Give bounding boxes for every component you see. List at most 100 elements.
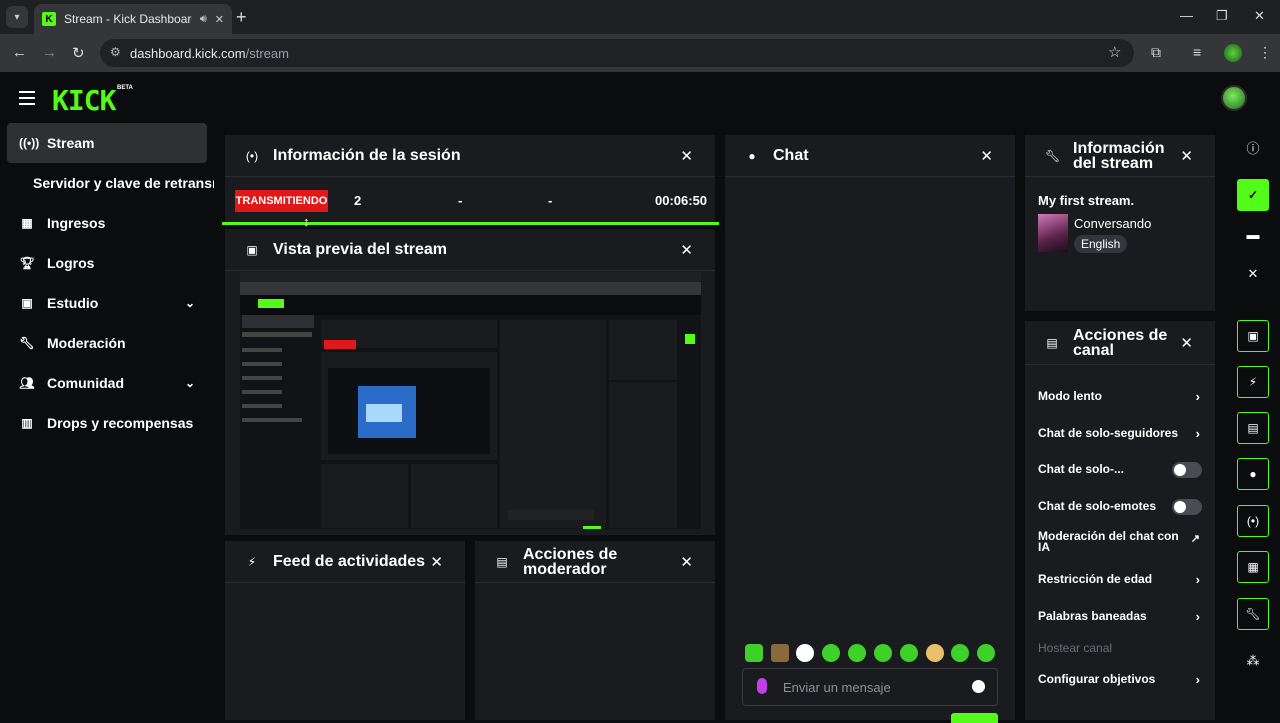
microphone-icon[interactable] [757, 678, 767, 694]
layout-icon[interactable]: ▬ [1237, 218, 1269, 250]
url-bar[interactable]: dashboard.kick.com/stream [100, 39, 1134, 67]
extensions-icon[interactable]: ⧉ [1151, 44, 1161, 61]
more-apps-icon[interactable]: ⁂ [1237, 645, 1269, 677]
sidebar-item-estudio[interactable]: ▣ Estudio ⌄ [7, 283, 207, 323]
chat-bubble-icon: ● [748, 148, 756, 163]
panel-header: ▣ Vista previa del stream ✕ [225, 229, 715, 271]
close-icon[interactable]: ✕ [430, 553, 443, 571]
emote-icon[interactable] [745, 644, 763, 662]
action-slow-mode[interactable]: Modo lento › [1038, 389, 1202, 404]
sidebar-item-label: Ingresos [47, 215, 106, 231]
emote-icon[interactable] [822, 644, 840, 662]
gift-icon: ▥ [21, 416, 33, 430]
close-icon[interactable]: ✕ [680, 147, 693, 165]
capture-icon[interactable]: ▣ [1237, 320, 1269, 352]
action-banned-words[interactable]: Palabras baneadas › [1038, 608, 1202, 624]
action-label: Chat de solo-seguidores [1038, 426, 1179, 440]
sidebar-item-ingresos[interactable]: ▦ Ingresos [7, 203, 207, 243]
send-button[interactable] [951, 713, 998, 723]
sidebar-item-stream[interactable]: ((•)) Stream [7, 123, 207, 163]
wrench-icon[interactable]: 🔧︎ [1237, 598, 1269, 630]
kick-logo[interactable]: KICK [52, 84, 116, 117]
window-close-icon[interactable]: ✕ [1254, 8, 1265, 24]
user-avatar[interactable] [1221, 85, 1247, 111]
panel-header: ▤ Acciones de canal ✕ [1025, 321, 1215, 365]
tab-search-icon[interactable]: ▾ [6, 6, 28, 28]
users-icon: 👥︎ [19, 376, 35, 390]
new-tab-icon[interactable]: + [236, 7, 247, 28]
chevron-down-icon[interactable]: ⌄ [185, 376, 195, 390]
close-icon[interactable]: ✕ [1180, 147, 1193, 165]
emotes-only-toggle[interactable] [1172, 499, 1202, 515]
action-label: Restricción de edad [1038, 572, 1153, 586]
panel-title: Acciones de moderador [523, 545, 618, 578]
close-icon[interactable]: ✕ [980, 147, 993, 165]
close-layout-icon[interactable]: ✕ [1237, 258, 1269, 290]
trophy-icon: 🏆︎ [19, 256, 35, 270]
tab-close-icon[interactable]: ✕ [215, 13, 224, 26]
action-label: Modo lento [1038, 389, 1102, 403]
close-icon[interactable]: ✕ [1180, 334, 1193, 352]
action-set-goals[interactable]: Configurar objetivos › [1038, 672, 1202, 687]
url-path: /stream [245, 45, 289, 61]
subscribers-only-toggle[interactable] [1172, 462, 1202, 478]
panel-header: ▤ Acciones de moderador ✕ [475, 541, 715, 583]
live-status-badge: TRANSMITIENDO [235, 190, 328, 212]
emote-icon[interactable] [951, 644, 969, 662]
site-info-icon[interactable]: ⚙ [110, 45, 121, 59]
back-icon[interactable]: ← [12, 44, 27, 61]
emoji-icon[interactable] [972, 680, 985, 693]
emote-icon[interactable] [926, 644, 944, 662]
broadcast-icon: ((•)) [19, 136, 40, 150]
minimize-icon[interactable]: — [1180, 8, 1193, 23]
browser-tab[interactable]: K Stream - Kick Dashboard 🔊︎ ✕ [34, 4, 232, 34]
preview-icon[interactable]: ▦ [1237, 551, 1269, 583]
broadcast-icon[interactable]: (•) [1237, 505, 1269, 537]
studio-icon: ▣ [21, 296, 33, 310]
sidebar-item-logros[interactable]: 🏆︎ Logros [7, 243, 207, 283]
emote-icon[interactable] [900, 644, 918, 662]
hamburger-menu-icon[interactable] [19, 91, 35, 105]
reload-icon[interactable]: ↻ [72, 44, 85, 62]
action-subscribers-only: Chat de solo-... [1038, 462, 1202, 478]
action-age-restriction[interactable]: Restricción de edad › [1038, 572, 1202, 587]
tab-title: Stream - Kick Dashboard [64, 12, 192, 26]
close-icon[interactable]: ✕ [680, 241, 693, 259]
close-icon[interactable]: ✕ [680, 553, 693, 571]
bookmark-star-icon[interactable]: ☆ [1108, 43, 1121, 61]
sidebar-item-label: Moderación [47, 335, 126, 351]
sidebar-subitem-stream-key[interactable]: Servidor y clave de retransmisión [33, 175, 214, 191]
emote-icon[interactable] [977, 644, 995, 662]
emote-icon[interactable] [771, 644, 789, 662]
info-icon[interactable]: ⓘ [1237, 131, 1269, 163]
document-icon[interactable]: ▤ [1237, 412, 1269, 444]
url-host: dashboard.kick.com [130, 45, 246, 61]
chat-bubble-icon[interactable]: ● [1237, 458, 1269, 490]
emote-icon[interactable] [848, 644, 866, 662]
browser-profile-avatar[interactable] [1224, 44, 1242, 62]
sidebar-item-moderacion[interactable]: 🔧︎ Moderación [7, 323, 207, 363]
panel-title: Acciones de canal [1073, 326, 1168, 359]
emote-icon[interactable] [796, 644, 814, 662]
wrench-icon: 🔧︎ [1045, 148, 1061, 163]
speaker-icon[interactable]: 🔊︎ [200, 13, 207, 26]
media-control-icon[interactable]: ≡ [1193, 44, 1201, 60]
emote-icon[interactable] [874, 644, 892, 662]
chevron-down-icon[interactable]: ⌄ [185, 296, 195, 310]
action-ai-moderation[interactable]: Moderación del chat con IA [1038, 530, 1188, 553]
forward-icon[interactable]: → [42, 44, 57, 61]
panel-title: Feed de actividades [273, 553, 426, 570]
stream-preview-video[interactable] [240, 272, 701, 529]
beta-badge: BETA [117, 85, 133, 91]
check-icon[interactable]: ✓ [1237, 179, 1269, 211]
sidebar-item-drops[interactable]: ▥ Drops y recompensas [7, 403, 207, 443]
maximize-icon[interactable]: ❐ [1216, 8, 1228, 24]
chat-message-input[interactable]: Enviar un mensaje [742, 668, 998, 706]
lightning-icon[interactable]: ⚡︎ [1237, 366, 1269, 398]
kick-favicon-icon: K [42, 12, 56, 26]
chevron-right-icon: › [1195, 608, 1200, 624]
resize-handle-icon[interactable]: ↕ [303, 214, 310, 229]
browser-menu-icon[interactable]: ⋮ [1258, 44, 1272, 61]
sidebar-item-comunidad[interactable]: 👥︎ Comunidad ⌄ [7, 363, 207, 403]
action-followers-only[interactable]: Chat de solo-seguidores › [1038, 426, 1202, 441]
